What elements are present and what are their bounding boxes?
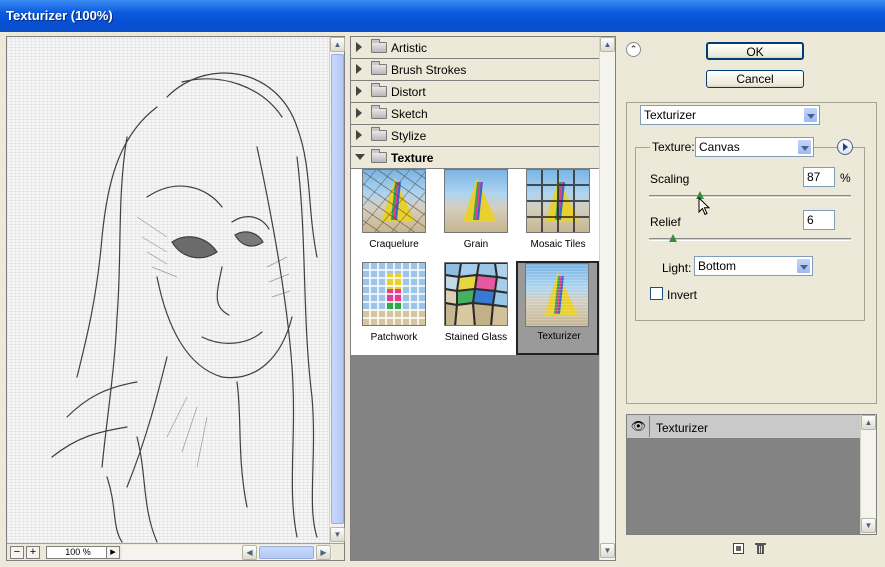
- category-label: Artistic: [391, 41, 427, 55]
- layers-scrollbar[interactable]: ▲ ▼: [860, 415, 876, 534]
- effect-layer-name: Texturizer: [656, 421, 709, 435]
- delete-effect-layer-icon[interactable]: [755, 542, 766, 555]
- preview-vertical-scrollbar[interactable]: ▲ ▼: [329, 37, 345, 543]
- preview-image[interactable]: [7, 37, 329, 543]
- collapse-gallery-button[interactable]: ⌃: [626, 42, 641, 57]
- thumbnail-label: Mosaic Tiles: [530, 239, 586, 250]
- chevron-down-icon[interactable]: [796, 258, 811, 274]
- filter-thumb-grain[interactable]: Grain: [435, 169, 515, 262]
- scaling-label: Scaling: [650, 172, 690, 186]
- scaling-unit: %: [840, 171, 851, 185]
- zoom-menu-button[interactable]: ▸: [106, 546, 120, 559]
- texture-label: Texture:: [650, 140, 697, 154]
- category-label: Texture: [391, 151, 434, 165]
- scaling-input[interactable]: 87: [803, 167, 835, 187]
- category-label: Stylize: [391, 129, 427, 143]
- scroll-down-button[interactable]: ▼: [600, 543, 615, 558]
- category-label: Distort: [391, 85, 426, 99]
- scroll-up-button[interactable]: ▲: [600, 37, 615, 52]
- scroll-left-button[interactable]: ◀: [242, 545, 257, 560]
- folder-icon: [371, 39, 387, 53]
- expand-arrow-icon[interactable]: [356, 108, 362, 118]
- thumbnail-image: [526, 169, 590, 233]
- new-effect-layer-icon[interactable]: [733, 543, 744, 554]
- thumbnail-label: Patchwork: [370, 332, 418, 343]
- thumbnail-image: [444, 169, 508, 233]
- relief-slider-thumb[interactable]: [669, 234, 678, 243]
- scroll-right-button[interactable]: ▶: [316, 545, 331, 560]
- filter-thumb-craquelure[interactable]: Craquelure: [353, 169, 433, 262]
- scroll-thumb[interactable]: [331, 54, 344, 524]
- expand-arrow-icon[interactable]: [356, 42, 362, 52]
- invert-label: Invert: [667, 288, 698, 302]
- light-label: Light:: [662, 261, 692, 275]
- filter-list-scrollbar[interactable]: ▲ ▼: [599, 37, 615, 560]
- filter-thumb-patchwork[interactable]: Patchwork: [353, 262, 433, 355]
- expand-arrow-icon[interactable]: [356, 64, 362, 74]
- preview-pane[interactable]: ▲ ▼ − + 100 % ▸ ◀ ▶: [6, 36, 345, 561]
- invert-checkbox[interactable]: [650, 287, 663, 300]
- relief-input[interactable]: 6: [803, 210, 835, 230]
- sketch-portrait: [51, 72, 318, 543]
- scroll-down-button[interactable]: ▼: [330, 527, 345, 542]
- thumbnail-label: Grain: [463, 239, 489, 250]
- light-value: Bottom: [698, 259, 737, 273]
- collapse-arrow-icon[interactable]: [355, 154, 365, 160]
- chevron-down-icon[interactable]: [797, 139, 812, 155]
- thumbnail-image: [525, 263, 589, 327]
- thumbnail-image: [362, 169, 426, 233]
- thumbnail-image: [362, 262, 426, 326]
- open-folder-icon: [371, 149, 387, 163]
- ok-button[interactable]: OK: [706, 42, 804, 60]
- thumbnail-label: Stained Glass: [444, 332, 508, 343]
- texture-dropdown[interactable]: Canvas: [695, 137, 814, 157]
- scroll-up-button[interactable]: ▲: [330, 37, 345, 52]
- effect-layer-row[interactable]: 👁 Texturizer: [627, 415, 860, 439]
- category-label: Sketch: [391, 107, 428, 121]
- folder-icon: [371, 105, 387, 119]
- folder-icon: [371, 127, 387, 141]
- cancel-button[interactable]: Cancel: [706, 70, 804, 88]
- filter-gallery[interactable]: Artistic Brush Strokes Distort Sketch St…: [350, 36, 616, 561]
- scroll-down-button[interactable]: ▼: [861, 518, 876, 533]
- filter-thumb-mosaic-tiles[interactable]: Mosaic Tiles: [517, 169, 597, 262]
- category-label: Brush Strokes: [391, 63, 467, 77]
- zoom-level[interactable]: 100 %: [46, 546, 110, 559]
- preview-horizontal-scrollbar[interactable]: ◀ ▶: [122, 545, 332, 560]
- texture-thumbnails: Craquelure Grain Mosaic Tiles Patchwork: [351, 169, 599, 355]
- light-dropdown[interactable]: Bottom: [694, 256, 813, 276]
- expand-arrow-icon[interactable]: [356, 86, 362, 96]
- folder-icon: [371, 61, 387, 75]
- texturizer-dialog: Texturizer (100%) ▲ ▼ − + 100 % ▸ ◀ ▶ Ar…: [0, 0, 885, 567]
- category-stylize[interactable]: Stylize: [351, 125, 599, 147]
- expand-arrow-icon[interactable]: [356, 130, 362, 140]
- texture-value: Canvas: [699, 140, 740, 154]
- category-brush-strokes[interactable]: Brush Strokes: [351, 59, 599, 81]
- load-texture-icon[interactable]: [837, 139, 853, 155]
- thumbnail-label: Texturizer: [537, 331, 581, 342]
- title-bar[interactable]: Texturizer (100%): [0, 0, 885, 32]
- preview-status-bar: − + 100 % ▸ ◀ ▶: [7, 543, 344, 560]
- category-sketch[interactable]: Sketch: [351, 103, 599, 125]
- zoom-in-button[interactable]: +: [26, 546, 40, 559]
- settings-panel: Texture: Canvas Scaling 87 % Relief 6 Li…: [626, 102, 877, 404]
- relief-label: Relief: [650, 215, 681, 229]
- effect-layers-panel[interactable]: 👁 Texturizer ▲ ▼: [626, 414, 877, 535]
- folder-icon: [371, 83, 387, 97]
- eye-icon[interactable]: 👁: [628, 416, 650, 437]
- relief-slider-track[interactable]: [649, 238, 851, 241]
- scaling-slider-track[interactable]: [649, 195, 851, 198]
- scroll-up-button[interactable]: ▲: [861, 415, 876, 430]
- category-distort[interactable]: Distort: [351, 81, 599, 103]
- filter-thumb-texturizer[interactable]: Texturizer: [516, 261, 599, 355]
- window-title: Texturizer (100%): [6, 8, 113, 23]
- mouse-cursor-icon: [698, 197, 711, 216]
- thumbnail-image: [444, 262, 508, 326]
- zoom-out-button[interactable]: −: [10, 546, 24, 559]
- filter-thumb-stained-glass[interactable]: Stained Glass: [435, 262, 515, 355]
- category-texture[interactable]: Texture: [351, 147, 599, 169]
- h-scroll-thumb[interactable]: [259, 546, 314, 559]
- thumbnail-label: Craquelure: [369, 239, 419, 250]
- category-artistic[interactable]: Artistic: [351, 37, 599, 59]
